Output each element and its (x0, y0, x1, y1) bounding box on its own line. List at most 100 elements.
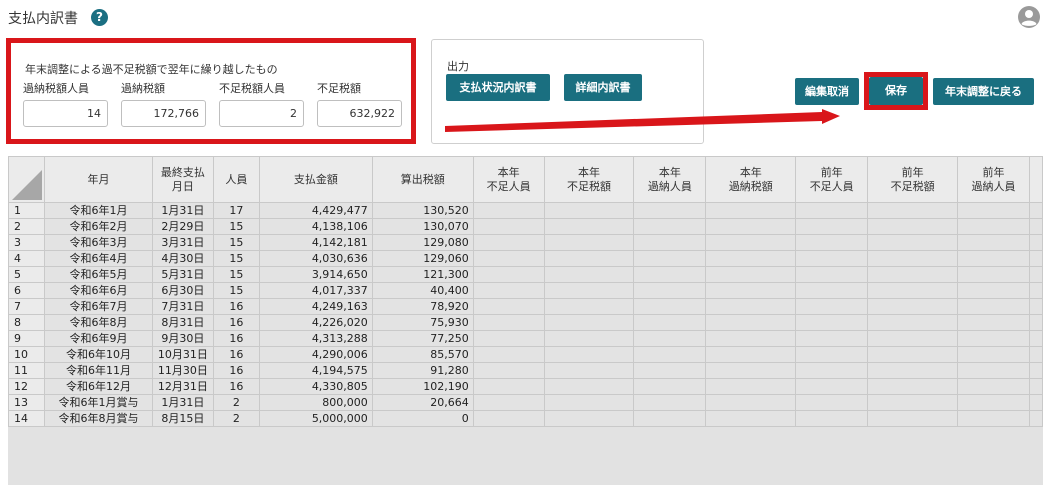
empty-cell[interactable] (957, 314, 1030, 331)
table-row[interactable]: 10 令和6年10月 10月31日 16 4,290,006 85,570 (8, 346, 1043, 363)
empty-cell[interactable] (957, 346, 1030, 363)
empty-cell[interactable] (867, 298, 959, 315)
table-cell[interactable]: 102,190 (371, 378, 474, 395)
column-header[interactable]: 支払金額 (258, 156, 373, 203)
empty-cell[interactable] (472, 346, 545, 363)
empty-cell[interactable] (472, 250, 545, 267)
table-row[interactable]: 7 令和6年7月 7月31日 16 4,249,163 78,920 (8, 298, 1043, 315)
table-cell[interactable]: 4,194,575 (258, 362, 373, 379)
empty-cell[interactable] (633, 362, 707, 379)
table-cell[interactable]: 40,400 (371, 282, 474, 299)
empty-cell[interactable] (472, 298, 545, 315)
empty-cell[interactable] (543, 394, 635, 411)
table-cell[interactable]: 4,142,181 (258, 234, 373, 251)
table-cell[interactable]: 0 (371, 410, 474, 427)
table-cell[interactable]: 4,226,020 (258, 314, 373, 331)
empty-cell[interactable] (795, 266, 869, 283)
empty-cell[interactable] (543, 266, 635, 283)
table-cell[interactable]: 4月30日 (151, 250, 214, 267)
column-header[interactable]: 本年 不足人員 (472, 156, 545, 203)
table-row[interactable]: 2 令和6年2月 2月29日 15 4,138,106 130,070 (8, 218, 1043, 235)
column-header[interactable]: 年月 (43, 156, 153, 203)
table-cell[interactable]: 16 (212, 298, 260, 315)
empty-cell[interactable] (633, 410, 707, 427)
table-cell[interactable]: 令和6年9月 (43, 330, 153, 347)
empty-cell[interactable] (957, 202, 1030, 219)
empty-cell[interactable] (543, 378, 635, 395)
back-to-year-end-button[interactable]: 年末調整に戻る (933, 78, 1034, 105)
empty-cell[interactable] (705, 250, 797, 267)
empty-cell[interactable] (795, 346, 869, 363)
empty-cell[interactable] (957, 266, 1030, 283)
table-cell[interactable]: 78,920 (371, 298, 474, 315)
table-cell[interactable]: 5月31日 (151, 266, 214, 283)
empty-cell[interactable] (472, 314, 545, 331)
empty-cell[interactable] (705, 362, 797, 379)
empty-cell[interactable] (795, 410, 869, 427)
table-cell[interactable]: 9月30日 (151, 330, 214, 347)
save-button[interactable]: 保存 (869, 77, 923, 105)
table-row[interactable]: 3 令和6年3月 3月31日 15 4,142,181 129,080 (8, 234, 1043, 251)
empty-cell[interactable] (705, 378, 797, 395)
table-cell[interactable]: 12月31日 (151, 378, 214, 395)
empty-cell[interactable] (543, 218, 635, 235)
table-row[interactable]: 1 令和6年1月 1月31日 17 4,429,477 130,520 (8, 202, 1043, 219)
empty-cell[interactable] (795, 250, 869, 267)
empty-cell[interactable] (472, 362, 545, 379)
table-cell[interactable]: 16 (212, 314, 260, 331)
table-cell[interactable]: 8月31日 (151, 314, 214, 331)
table-cell[interactable]: 令和6年8月賞与 (43, 410, 153, 427)
table-cell[interactable]: 1月31日 (151, 202, 214, 219)
empty-cell[interactable] (1028, 250, 1043, 267)
empty-cell[interactable] (957, 330, 1030, 347)
empty-cell[interactable] (957, 394, 1030, 411)
empty-cell[interactable] (957, 362, 1030, 379)
table-cell[interactable]: 85,570 (371, 346, 474, 363)
empty-cell[interactable] (705, 234, 797, 251)
column-header[interactable]: 本年 不足税額 (543, 156, 635, 203)
empty-cell[interactable] (867, 266, 959, 283)
column-header[interactable]: 人員 (212, 156, 260, 203)
empty-cell[interactable] (957, 378, 1030, 395)
empty-cell[interactable] (795, 202, 869, 219)
empty-cell[interactable] (1028, 362, 1043, 379)
empty-cell[interactable] (705, 410, 797, 427)
table-row[interactable]: 8 令和6年8月 8月31日 16 4,226,020 75,930 (8, 314, 1043, 331)
column-header[interactable]: 最終支払 月日 (151, 156, 214, 203)
table-cell[interactable]: 令和6年11月 (43, 362, 153, 379)
table-cell[interactable]: 15 (212, 266, 260, 283)
empty-cell[interactable] (1028, 410, 1043, 427)
empty-cell[interactable] (543, 362, 635, 379)
table-cell[interactable]: 令和6年1月賞与 (43, 394, 153, 411)
empty-cell[interactable] (633, 202, 707, 219)
table-row[interactable]: 14 令和6年8月賞与 8月15日 2 5,000,000 0 (8, 410, 1043, 427)
table-row[interactable]: 11 令和6年11月 11月30日 16 4,194,575 91,280 (8, 362, 1043, 379)
table-cell[interactable]: 4,017,337 (258, 282, 373, 299)
empty-cell[interactable] (867, 218, 959, 235)
empty-cell[interactable] (543, 282, 635, 299)
table-cell[interactable]: 4,429,477 (258, 202, 373, 219)
empty-cell[interactable] (1028, 378, 1043, 395)
empty-cell[interactable] (1028, 282, 1043, 299)
table-cell[interactable]: 令和6年3月 (43, 234, 153, 251)
help-icon[interactable]: ? (91, 9, 108, 26)
empty-cell[interactable] (472, 218, 545, 235)
empty-cell[interactable] (633, 378, 707, 395)
empty-cell[interactable] (705, 218, 797, 235)
table-cell[interactable]: 令和6年12月 (43, 378, 153, 395)
table-row[interactable]: 5 令和6年5月 5月31日 15 3,914,650 121,300 (8, 266, 1043, 283)
table-cell[interactable]: 8月15日 (151, 410, 214, 427)
table-cell[interactable]: 5,000,000 (258, 410, 373, 427)
column-header[interactable]: 本年 過納人員 (633, 156, 707, 203)
empty-cell[interactable] (957, 282, 1030, 299)
table-cell[interactable]: 91,280 (371, 362, 474, 379)
empty-cell[interactable] (705, 346, 797, 363)
empty-cell[interactable] (1028, 330, 1043, 347)
table-cell[interactable]: 121,300 (371, 266, 474, 283)
empty-cell[interactable] (633, 314, 707, 331)
table-cell[interactable]: 4,313,288 (258, 330, 373, 347)
empty-cell[interactable] (472, 282, 545, 299)
empty-cell[interactable] (1028, 314, 1043, 331)
over-paid-count-input[interactable]: 14 (23, 100, 108, 127)
empty-cell[interactable] (867, 330, 959, 347)
